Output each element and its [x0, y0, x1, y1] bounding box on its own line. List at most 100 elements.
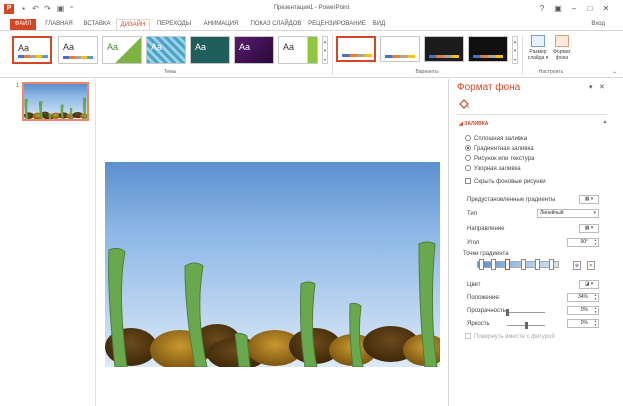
- fill-section-header[interactable]: ◢ ЗАЛИВКА: [459, 121, 488, 127]
- gradient-stop[interactable]: [521, 259, 526, 270]
- variant-2[interactable]: [380, 36, 420, 62]
- radio-button[interactable]: [465, 165, 471, 171]
- gradient-stop[interactable]: [549, 259, 554, 270]
- theme-retrospect[interactable]: Aa: [278, 36, 318, 64]
- brightness-spinner[interactable]: 0% ▲ ▼: [567, 319, 599, 328]
- theme-organic[interactable]: Aa: [234, 36, 274, 64]
- variants-gallery-scroll[interactable]: ▲ ▼ ▾: [512, 36, 518, 64]
- position-spinner[interactable]: 34% ▲ ▼: [567, 293, 599, 302]
- workspace: 1: [0, 79, 448, 406]
- checkbox-label: Скрыть фоновые рисунки: [474, 179, 546, 185]
- slide-thumbnail-preview: [24, 84, 87, 119]
- checkbox[interactable]: [465, 178, 471, 184]
- pane-options-icon[interactable]: ▾: [589, 83, 593, 91]
- slide-thumbnail-number: 1: [16, 83, 20, 89]
- radio-button[interactable]: [465, 135, 471, 141]
- transparency-slider-knob[interactable]: [506, 309, 509, 316]
- help-icon[interactable]: ?: [536, 3, 548, 14]
- color-picker-dropdown[interactable]: ◪ ▾: [579, 280, 599, 289]
- theme-ion-board[interactable]: Aa: [146, 36, 186, 64]
- gradient-stop[interactable]: [479, 259, 484, 270]
- radio-picture-fill[interactable]: Рисунок или текстура: [465, 155, 534, 163]
- gradient-stop-selected[interactable]: [505, 259, 510, 270]
- tab-animations[interactable]: АНИМАЦИЯ: [198, 19, 244, 30]
- tab-review[interactable]: РЕЦЕНЗИРОВАНИЕ: [308, 19, 366, 30]
- tab-transitions[interactable]: ПЕРЕХОДЫ: [154, 19, 194, 30]
- pane-close-icon[interactable]: ✕: [599, 83, 605, 91]
- type-dropdown[interactable]: Линейный ▾: [537, 209, 599, 218]
- radio-pattern-fill[interactable]: Узорная заливка: [465, 165, 521, 173]
- tab-slideshow[interactable]: ПОКАЗ СЛАЙДОВ: [248, 19, 304, 30]
- document-title: Презентация1 - PowerPoint: [273, 5, 350, 11]
- group-label-customize: Настроить: [538, 69, 564, 75]
- preset-gradients-dropdown[interactable]: ▦ ▾: [579, 195, 599, 204]
- theme-facet[interactable]: Aa: [102, 36, 142, 64]
- tab-view[interactable]: ВИД: [370, 19, 388, 30]
- variant-4[interactable]: [468, 36, 508, 62]
- radio-gradient-fill[interactable]: Градиентная заливка: [465, 145, 534, 153]
- theme-colors: [63, 56, 93, 59]
- variant-colors: [473, 55, 503, 58]
- variant-colors: [385, 55, 415, 58]
- checkbox[interactable]: [465, 333, 471, 339]
- direction-dropdown[interactable]: ▦ ▾: [579, 224, 599, 233]
- remove-gradient-stop-icon[interactable]: ✕: [587, 261, 595, 270]
- slide-thumbnails-pane: 1: [0, 79, 96, 406]
- pane-title: Формат фона: [457, 82, 521, 93]
- color-label: Цвет: [467, 282, 481, 288]
- theme-office[interactable]: Aa: [12, 36, 52, 64]
- collapse-ribbon-icon[interactable]: ⌃: [612, 71, 617, 78]
- brightness-slider-knob[interactable]: [525, 322, 528, 329]
- fill-bucket-icon[interactable]: [458, 98, 470, 110]
- brightness-slider[interactable]: [507, 322, 545, 329]
- scroll-up-icon[interactable]: ▲: [601, 119, 609, 125]
- hide-background-checkbox[interactable]: Скрыть фоновые рисунки: [465, 178, 546, 186]
- slide-size-button[interactable]: Размер слайда ▾: [526, 35, 550, 67]
- position-label: Положение:: [467, 295, 501, 301]
- slide-size-icon: [531, 35, 545, 47]
- slide-thumbnail[interactable]: [22, 82, 89, 121]
- angle-label: Угол: [467, 240, 480, 246]
- format-background-label: Формат фона: [553, 49, 571, 61]
- sign-in-link[interactable]: Вход: [591, 19, 605, 29]
- ribbon-display-options-icon[interactable]: ▣: [552, 3, 564, 14]
- tab-design[interactable]: ДИЗАЙН: [116, 19, 150, 30]
- tab-insert[interactable]: ВСТАВКА: [80, 19, 114, 30]
- rotate-with-shape-checkbox[interactable]: Повернуть вместе с фигурой: [465, 333, 555, 341]
- spinner-arrows-icon[interactable]: ▲ ▼: [594, 306, 597, 314]
- tab-home[interactable]: ГЛАВНАЯ: [42, 19, 76, 30]
- pane-scrollbar[interactable]: ▲: [601, 119, 609, 404]
- add-gradient-stop-icon[interactable]: ⊕: [573, 261, 581, 270]
- radio-solid-fill[interactable]: Сплошная заливка: [465, 135, 527, 143]
- theme-ion[interactable]: Aa: [190, 36, 230, 64]
- theme-aa: Aa: [18, 43, 30, 53]
- slide-canvas[interactable]: [105, 162, 440, 367]
- gradient-stop[interactable]: [535, 259, 540, 270]
- checkbox-label: Повернуть вместе с фигурой: [474, 334, 555, 340]
- radio-button[interactable]: [465, 145, 471, 151]
- spinner-arrows-icon[interactable]: ▲ ▼: [594, 319, 597, 327]
- spinner-arrows-icon[interactable]: ▲ ▼: [594, 238, 597, 246]
- variant-3[interactable]: [424, 36, 464, 62]
- gradient-stop[interactable]: [491, 259, 496, 270]
- tab-file[interactable]: ФАЙЛ: [10, 19, 36, 30]
- minimize-icon[interactable]: –: [568, 3, 580, 14]
- variant-1[interactable]: [336, 36, 376, 62]
- transparency-slider[interactable]: [506, 309, 545, 316]
- pane-divider: [457, 114, 607, 115]
- angle-spinner[interactable]: 90° ▲ ▼: [567, 238, 599, 247]
- format-background-icon: [555, 35, 569, 47]
- transparency-spinner[interactable]: 0% ▲ ▼: [567, 306, 599, 315]
- spinner-arrows-icon[interactable]: ▲ ▼: [594, 293, 597, 301]
- themes-gallery-scroll[interactable]: ▲ ▼ ▾: [322, 36, 328, 64]
- gradient-stops-bar[interactable]: [477, 261, 559, 268]
- transparency-value: 0%: [580, 307, 588, 313]
- maximize-icon[interactable]: □: [584, 3, 596, 14]
- direction-label: Направление: [467, 226, 505, 232]
- radio-label: Узорная заливка: [474, 166, 521, 172]
- theme-aa: Aa: [151, 42, 163, 52]
- format-background-button[interactable]: Формат фона: [550, 35, 574, 67]
- close-icon[interactable]: ✕: [600, 3, 612, 14]
- radio-button[interactable]: [465, 155, 471, 161]
- theme-office-2[interactable]: Aa: [58, 36, 98, 64]
